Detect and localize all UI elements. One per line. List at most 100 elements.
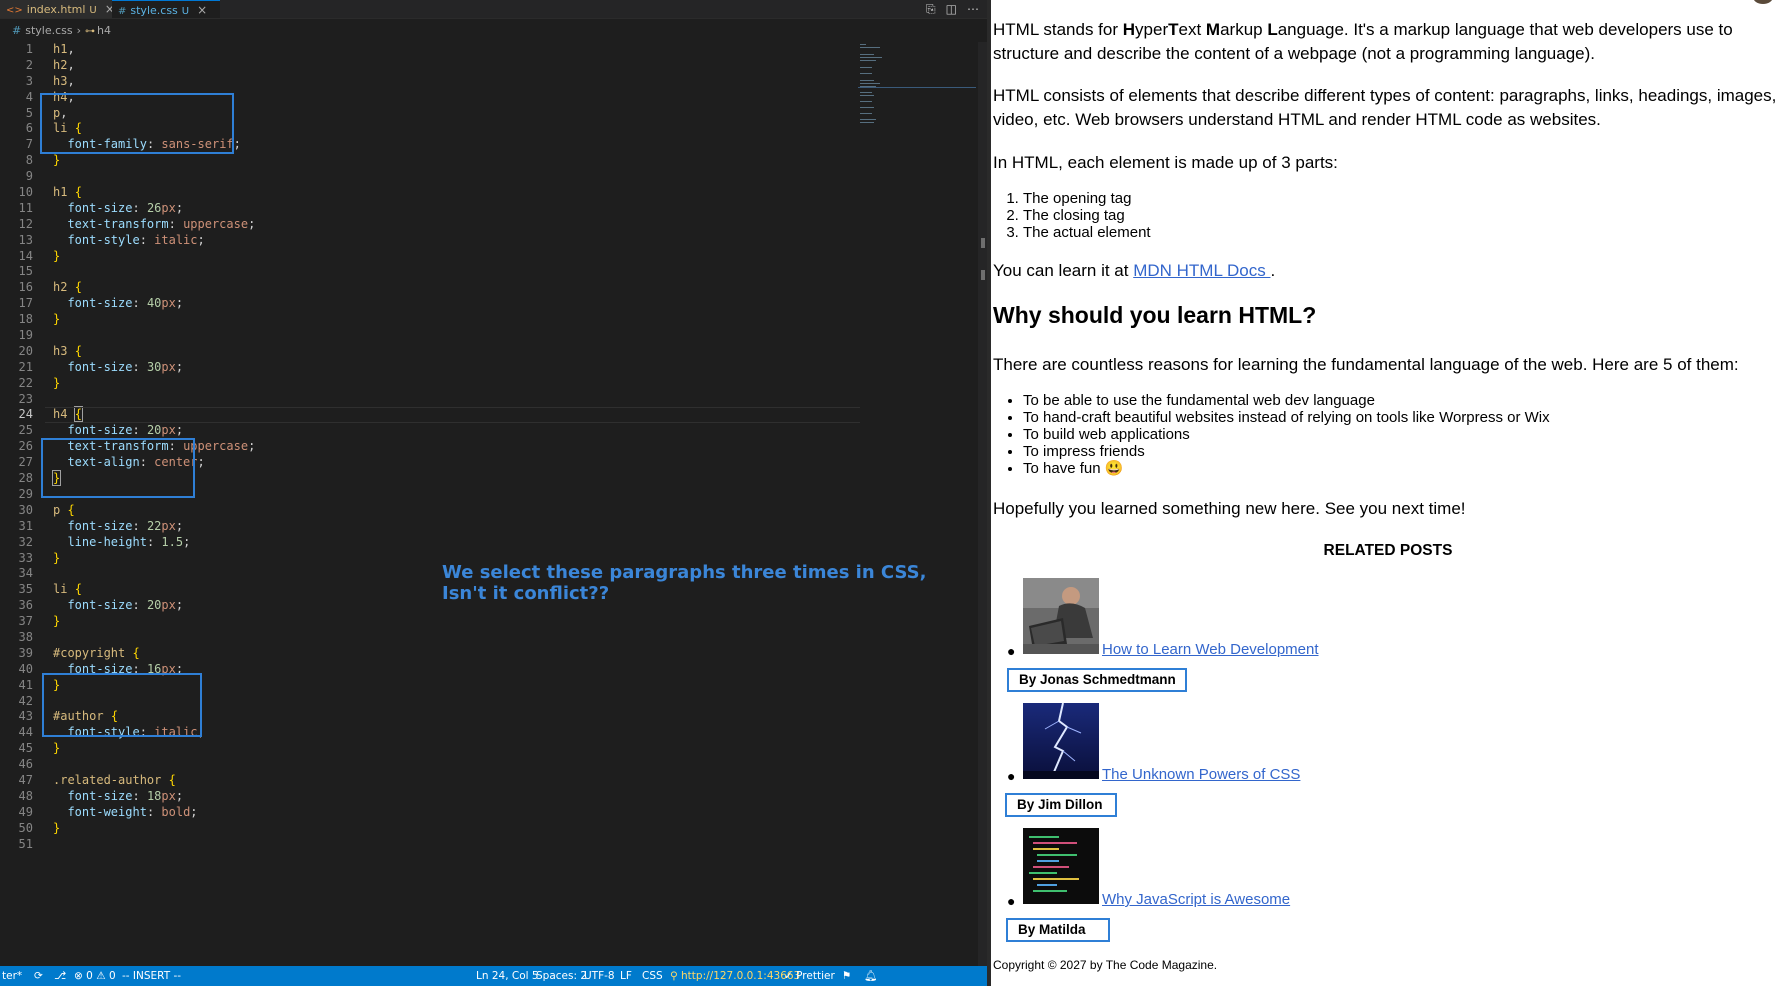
line-number: 7: [25, 137, 33, 152]
language-mode[interactable]: CSS: [642, 966, 663, 986]
vertical-scrollbar[interactable]: [978, 42, 987, 966]
code-line[interactable]: 41}: [0, 678, 860, 694]
code-line[interactable]: 18}: [0, 312, 860, 328]
code-line[interactable]: 23: [0, 392, 860, 408]
list-item: The opening tag: [1023, 190, 1151, 207]
code-line[interactable]: 38: [0, 630, 860, 646]
line-number: 12: [18, 216, 33, 231]
code-line[interactable]: 19: [0, 328, 860, 344]
code-line[interactable]: 24 h4 {: [0, 406, 860, 424]
code-line[interactable]: 43 #author {: [0, 709, 860, 725]
code-line[interactable]: 10 h1 {: [0, 185, 860, 201]
code-line[interactable]: 12 text-transform: uppercase;: [0, 217, 860, 233]
source-control-icon[interactable]: ⎇: [54, 966, 66, 986]
code-line[interactable]: 26 text-transform: uppercase;: [0, 439, 860, 455]
intro-text: HTML stands for: [993, 20, 1123, 39]
breadcrumb-symbol[interactable]: h4: [97, 24, 111, 37]
code-line[interactable]: 5 p,: [0, 106, 860, 122]
code-line[interactable]: 50}: [0, 821, 860, 837]
parts-list: The opening tag The closing tag The actu…: [993, 190, 1151, 241]
post-link[interactable]: How to Learn Web Development: [1102, 641, 1319, 658]
open-changes-icon[interactable]: ⎘: [926, 2, 936, 16]
end-of-line[interactable]: LF: [620, 966, 632, 986]
file-encoding[interactable]: UTF-8: [584, 966, 615, 986]
line-number: 11: [18, 200, 33, 215]
list-item: The closing tag: [1023, 207, 1151, 224]
split-editor-icon[interactable]: ◫: [946, 2, 957, 16]
code-line[interactable]: 46: [0, 757, 860, 773]
code-line[interactable]: 25 font-size: 20px;: [0, 423, 860, 439]
code-line[interactable]: 6 li {: [0, 121, 860, 137]
code-line[interactable]: 16 h2 {: [0, 280, 860, 296]
list-item: The actual element: [1023, 224, 1151, 241]
code-line[interactable]: 1 h1,: [0, 42, 860, 58]
code-text: }: [53, 741, 61, 756]
code-line[interactable]: 21 font-size: 30px;: [0, 360, 860, 376]
html-file-icon: <>: [6, 5, 23, 16]
line-number: 39: [18, 645, 33, 660]
css-file-icon: #: [12, 24, 22, 37]
code-text: font-size: 22px;: [67, 518, 184, 533]
code-text: font-size: 16px;: [67, 661, 184, 676]
bell-icon[interactable]: 🔔︎: [864, 966, 877, 986]
live-server-status[interactable]: ⚲ http://127.0.0.1:43663: [670, 966, 800, 986]
post-link[interactable]: The Unknown Powers of CSS: [1102, 766, 1300, 783]
minimap-slider[interactable]: [858, 42, 976, 88]
tab-label: style.css: [130, 4, 178, 17]
code-line[interactable]: 4 h4,: [0, 90, 860, 106]
statusbar-remote-label[interactable]: ter*: [2, 966, 22, 986]
code-text: p,: [53, 105, 68, 120]
problems-indicator[interactable]: ⊗ 0 ⚠ 0: [74, 966, 116, 986]
code-line[interactable]: 45}: [0, 741, 860, 757]
code-line[interactable]: 49 font-weight: bold;: [0, 805, 860, 821]
code-line[interactable]: 40 font-size: 16px;: [0, 662, 860, 678]
line-number: 3: [25, 73, 33, 88]
code-line[interactable]: 31 font-size: 22px;: [0, 519, 860, 535]
line-number: 20: [18, 343, 33, 358]
cursor-position[interactable]: Ln 24, Col 5: [476, 966, 539, 986]
code-line[interactable]: 39 #copyright {: [0, 646, 860, 662]
code-area[interactable]: 1 h1, 2 h2, 3 h3, 4 h4, 5 p, 6 li {7 font-family: s…: [0, 42, 860, 852]
code-line[interactable]: 3 h3,: [0, 74, 860, 90]
code-line[interactable]: 32 line-height: 1.5;: [0, 535, 860, 551]
code-line[interactable]: 2 h2,: [0, 58, 860, 74]
tab-index-html[interactable]: <> index.html U ×: [0, 0, 115, 18]
post-link[interactable]: Why JavaScript is Awesome: [1102, 891, 1290, 908]
code-editor: <> index.html U × # style.css U × ⎘ ◫ ⋯ # style.c…: [0, 0, 987, 986]
code-line[interactable]: 14}: [0, 249, 860, 265]
code-line[interactable]: 51: [0, 837, 860, 853]
code-line[interactable]: 15: [0, 264, 860, 280]
code-line[interactable]: 20 h3 {: [0, 344, 860, 360]
feedback-icon[interactable]: ⚑: [842, 966, 851, 986]
tab-style-css[interactable]: # style.css U ×: [112, 0, 220, 18]
indentation-setting[interactable]: Spaces: 2: [536, 966, 587, 986]
code-line[interactable]: 29: [0, 487, 860, 503]
prettier-status[interactable]: ✓ Prettier: [784, 966, 835, 986]
status-bar: ter* ⟳ ⎇ ⊗ 0 ⚠ 0 -- INSERT -- Ln 24, Col…: [0, 966, 987, 986]
code-line[interactable]: 44 font-style: italic;: [0, 725, 860, 741]
code-text: .related-author {: [53, 772, 176, 787]
code-line[interactable]: 30 p {: [0, 503, 860, 519]
code-line[interactable]: 27 text-align: center;: [0, 455, 860, 471]
code-line[interactable]: 11 font-size: 26px;: [0, 201, 860, 217]
code-line[interactable]: 37}: [0, 614, 860, 630]
code-line[interactable]: 7 font-family: sans-serif;: [0, 137, 860, 153]
code-line[interactable]: 9: [0, 169, 860, 185]
code-line[interactable]: 22}: [0, 376, 860, 392]
acronym-letter-m: M: [1205, 20, 1221, 39]
code-line[interactable]: 8}: [0, 153, 860, 169]
code-line[interactable]: 13 font-style: italic;: [0, 233, 860, 249]
prettier-label: Prettier: [796, 970, 835, 982]
code-line[interactable]: 47 .related-author {: [0, 773, 860, 789]
more-actions-icon[interactable]: ⋯: [967, 2, 979, 16]
breadcrumb-file[interactable]: style.css: [25, 24, 72, 37]
code-line[interactable]: 28}: [0, 470, 860, 487]
sync-icon[interactable]: ⟳: [34, 966, 43, 986]
code-line[interactable]: 48 font-size: 18px;: [0, 789, 860, 805]
line-number: 10: [18, 185, 33, 200]
code-line[interactable]: 42: [0, 694, 860, 710]
code-line[interactable]: 17 font-size: 40px;: [0, 296, 860, 312]
mdn-docs-link[interactable]: MDN HTML Docs: [1133, 261, 1270, 280]
list-item: To be able to use the fundamental web de…: [1023, 392, 1550, 409]
close-icon[interactable]: ×: [197, 3, 207, 17]
